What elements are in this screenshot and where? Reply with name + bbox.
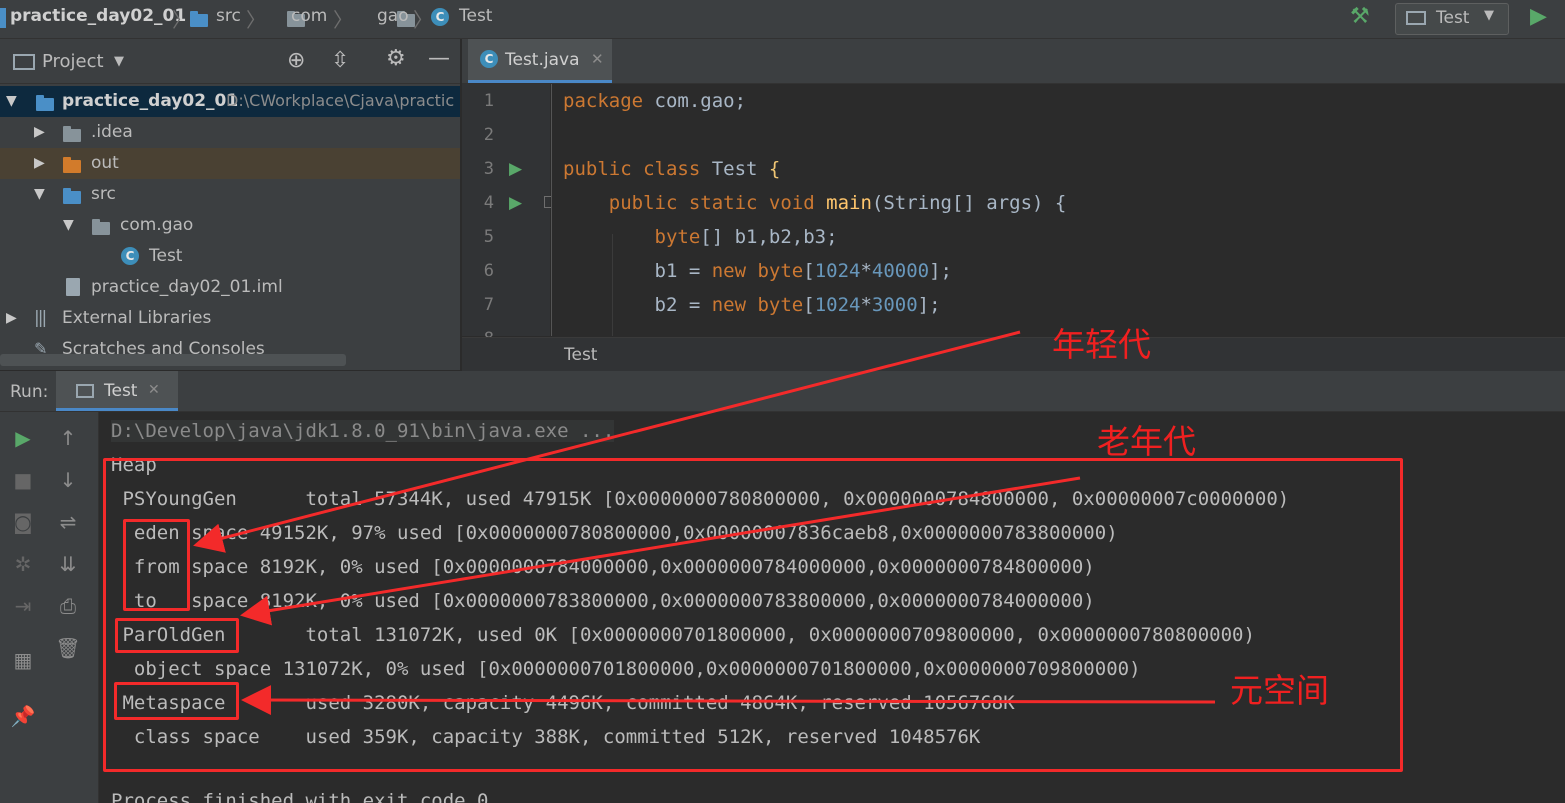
arrow-old <box>240 476 1081 626</box>
annotation-arrows <box>193 330 1216 716</box>
label-old-generation: 老年代 <box>1097 422 1196 461</box>
label-metaspace: 元空间 <box>1230 671 1329 710</box>
arrow-metaspace <box>241 685 1216 716</box>
arrow-young <box>193 330 1021 553</box>
label-young-generation: 年轻代 <box>1052 325 1151 364</box>
